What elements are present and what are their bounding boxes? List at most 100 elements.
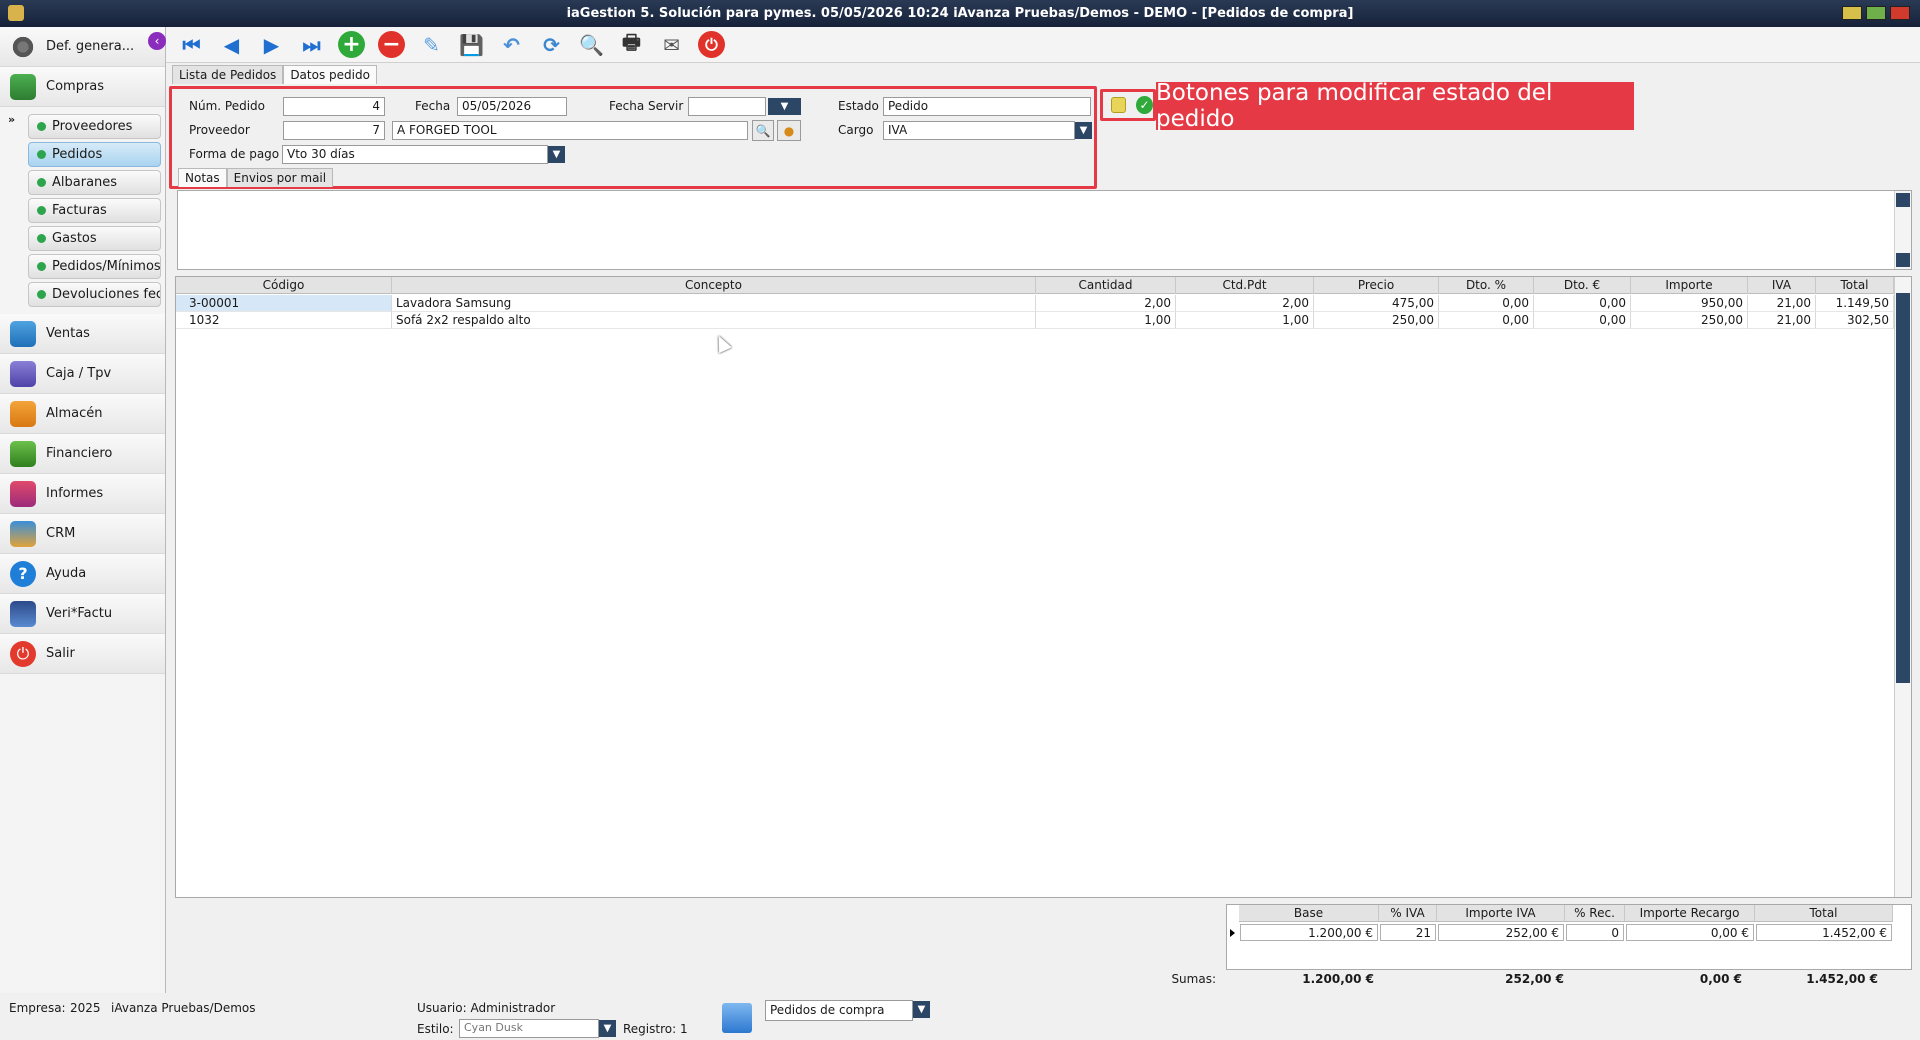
edit-icon[interactable]: ✎ — [418, 31, 445, 58]
undo-icon[interactable]: ↶ — [498, 31, 525, 58]
tab-datos-pedido[interactable]: Datos pedido — [283, 65, 377, 84]
table-cell[interactable]: 1.149,50 — [1816, 295, 1894, 312]
table-row[interactable]: 1032 Sofá 2x2 respaldo alto 1,00 1,00 250,00… — [176, 312, 1894, 329]
refresh-icon[interactable]: ⟳ — [538, 31, 565, 58]
sidebar-item-caja[interactable]: Caja / Tpv — [0, 354, 165, 394]
sidebar-item-compras[interactable]: Compras — [0, 67, 165, 107]
delete-icon[interactable]: − — [378, 31, 405, 58]
table-cell[interactable]: 0,00 — [1439, 295, 1534, 312]
column-header[interactable]: Total — [1816, 277, 1894, 294]
chevron-down-icon[interactable]: ▼ — [1075, 122, 1092, 139]
scroll-thumb[interactable] — [1896, 293, 1910, 683]
sidebar-item-almacen[interactable]: Almacén — [0, 394, 165, 434]
window-controls — [1842, 6, 1910, 20]
submenu-devoluciones-fecha[interactable]: Devoluciones fecha — [28, 282, 161, 307]
prev-record-icon[interactable]: ◀ — [218, 31, 245, 58]
table-cell[interactable]: 950,00 — [1631, 295, 1748, 312]
estado-label: Estado — [838, 99, 879, 113]
proveedor-code-field[interactable]: 7 — [283, 121, 385, 140]
column-header[interactable]: Cantidad — [1036, 277, 1176, 294]
search-icon[interactable]: 🔍 — [752, 120, 774, 141]
email-tools-icon[interactable]: ✉ — [658, 31, 685, 58]
table-cell[interactable]: 21,00 — [1748, 295, 1816, 312]
column-header[interactable]: Dto. % — [1439, 277, 1534, 294]
chevron-down-icon[interactable]: ▼ — [548, 146, 565, 163]
scroll-up-icon[interactable] — [1896, 193, 1910, 207]
table-cell[interactable]: 2,00 — [1036, 295, 1176, 312]
submenu-pedidos[interactable]: Pedidos — [28, 142, 161, 167]
table-cell[interactable]: 0,00 — [1534, 295, 1631, 312]
proveedor-name-field[interactable]: A FORGED TOOL — [392, 121, 748, 140]
table-cell[interactable]: 2,00 — [1176, 295, 1314, 312]
column-header[interactable]: Ctd.Pdt — [1176, 277, 1314, 294]
table-cell[interactable]: 250,00 — [1314, 312, 1439, 329]
scroll-down-icon[interactable] — [1896, 253, 1910, 267]
submenu-gastos[interactable]: Gastos — [28, 226, 161, 251]
sidebar-item-config[interactable]: Def. genera... ‹ — [0, 27, 166, 67]
estilo-select[interactable]: Cyan Dusk — [459, 1019, 599, 1038]
sidebar-item-verifactu[interactable]: Veri*Factu — [0, 594, 165, 634]
num-pedido-field[interactable]: 4 — [283, 97, 385, 116]
table-cell[interactable]: 475,00 — [1314, 295, 1439, 312]
first-record-icon[interactable]: ⏮ — [178, 31, 205, 58]
sidebar-item-salir[interactable]: ⏻ Salir — [0, 634, 165, 674]
table-cell[interactable]: 21,00 — [1748, 312, 1816, 329]
date-picker-icon[interactable]: ▼ — [768, 98, 801, 115]
table-cell[interactable]: Lavadora Samsung — [392, 295, 1036, 312]
maximize-button[interactable] — [1866, 6, 1886, 20]
table-cell[interactable]: 3-00001 — [176, 295, 392, 312]
table-cell[interactable]: 302,50 — [1816, 312, 1894, 329]
column-header[interactable]: IVA — [1748, 277, 1816, 294]
close-button[interactable] — [1890, 6, 1910, 20]
collapse-sidebar-icon[interactable]: ‹ — [148, 32, 166, 50]
cargo-select[interactable]: IVA — [883, 121, 1075, 140]
table-cell[interactable]: 250,00 — [1631, 312, 1748, 329]
column-header[interactable]: Dto. € — [1534, 277, 1631, 294]
change-state-icon[interactable] — [1111, 97, 1127, 113]
estado-field[interactable]: Pedido — [883, 97, 1091, 116]
table-cell[interactable]: Sofá 2x2 respaldo alto — [392, 312, 1036, 329]
submenu-albaranes[interactable]: Albaranes — [28, 170, 161, 195]
module-select[interactable]: Pedidos de compra — [765, 1000, 913, 1021]
fecha-field[interactable]: 05/05/2026 — [457, 97, 567, 116]
sidebar-item-crm[interactable]: CRM — [0, 514, 165, 554]
tab-notas[interactable]: Notas — [178, 168, 227, 187]
tab-lista-pedidos[interactable]: Lista de Pedidos — [172, 65, 284, 84]
power-icon[interactable]: ⏻ — [698, 31, 725, 58]
sidebar-item-informes[interactable]: Informes — [0, 474, 165, 514]
submenu-facturas[interactable]: Facturas — [28, 198, 161, 223]
column-header[interactable]: Código — [176, 277, 392, 294]
sidebar-item-financiero[interactable]: Financiero — [0, 434, 165, 474]
print-icon[interactable]: 🖶 — [618, 30, 645, 58]
forma-pago-select[interactable]: Vto 30 días — [282, 145, 548, 164]
submenu-proveedores[interactable]: Proveedores — [28, 114, 161, 139]
column-header[interactable]: Importe — [1631, 277, 1748, 294]
column-header[interactable]: Precio — [1314, 277, 1439, 294]
confirm-state-icon[interactable]: ✓ — [1136, 96, 1153, 114]
tab-envios-mail[interactable]: Envios por mail — [226, 168, 334, 187]
table-cell[interactable]: 0,00 — [1534, 312, 1631, 329]
table-cell[interactable]: 1032 — [176, 312, 392, 329]
column-header[interactable]: Concepto — [392, 277, 1036, 294]
table-row[interactable]: 3-00001 Lavadora Samsung 2,00 2,00 475,00 0,0… — [176, 295, 1894, 312]
notes-textarea[interactable] — [177, 190, 1912, 270]
save-icon[interactable]: 💾 — [458, 31, 485, 58]
sidebar-item-ventas[interactable]: Ventas — [0, 314, 165, 354]
chevron-down-icon[interactable]: ▼ — [913, 1001, 930, 1018]
next-record-icon[interactable]: ▶ — [258, 31, 285, 58]
table-cell[interactable]: 0,00 — [1439, 312, 1534, 329]
table-cell[interactable]: 1,00 — [1036, 312, 1176, 329]
table-cell[interactable]: 1,00 — [1176, 312, 1314, 329]
minimize-button[interactable] — [1842, 6, 1862, 20]
grid-scrollbar[interactable] — [1894, 277, 1911, 897]
supplier-card-icon[interactable]: ● — [777, 120, 801, 141]
notes-scrollbar[interactable] — [1894, 191, 1911, 269]
collapse-icon[interactable]: » — [8, 113, 15, 126]
chevron-down-icon[interactable]: ▼ — [599, 1020, 616, 1037]
sidebar-item-ayuda[interactable]: ? Ayuda — [0, 554, 165, 594]
submenu-pedidos-minimos[interactable]: Pedidos/Mínimos — [28, 254, 161, 279]
search-list-icon[interactable]: 🔍 — [578, 31, 605, 58]
add-icon[interactable]: + — [338, 31, 365, 58]
fecha-servir-field[interactable] — [688, 97, 766, 116]
last-record-icon[interactable]: ⏭ — [298, 31, 325, 58]
